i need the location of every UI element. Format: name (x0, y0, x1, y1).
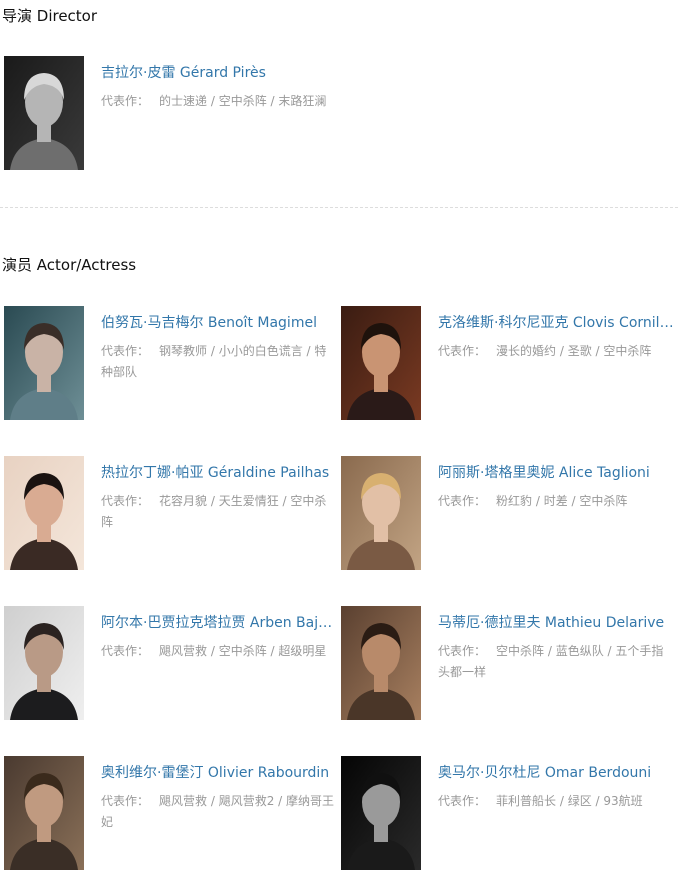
works-list: 飓风营救 / 空中杀阵 / 超级明星 (159, 644, 327, 658)
actor-works: 代表作： 菲利普船长 / 绿区 / 93航班 (438, 791, 674, 812)
actor-name-link[interactable]: 奥利维尔·雷堡汀 Olivier Rabourdin (101, 764, 337, 782)
works-label: 代表作： (438, 494, 487, 508)
actor-name-link[interactable]: 阿尔本·巴贾拉克塔拉贾 Arben Bajraktaraj (101, 614, 337, 632)
actor-works: 代表作： 粉红豹 / 时差 / 空中杀阵 (438, 491, 674, 512)
actor-card: 热拉尔丁娜·帕亚 Géraldine Pailhas 代表作： 花容月貌 / 天生… (0, 456, 336, 571)
works-list: 漫长的婚约 / 圣歌 / 空中杀阵 (496, 344, 652, 358)
director-works: 代表作： 的士速递 / 空中杀阵 / 末路狂澜 (101, 91, 337, 112)
actor-name-link[interactable]: 阿丽斯·塔格里奥妮 Alice Taglioni (438, 464, 674, 482)
actor-photo[interactable] (4, 456, 84, 570)
works-label: 代表作： (438, 344, 487, 358)
actor-card: 阿尔本·巴贾拉克塔拉贾 Arben Bajraktaraj 代表作： 飓风营救 /… (0, 606, 337, 721)
actor-works: 代表作： 空中杀阵 / 蓝色纵队 / 五个手指头都一样 (438, 641, 674, 683)
actor-works: 代表作： 花容月貌 / 天生爱情狂 / 空中杀阵 (101, 491, 337, 533)
actor-section-title: 演员 Actor/Actress (2, 256, 137, 274)
actor-name-link[interactable]: 伯努瓦·马吉梅尔 Benoît Magimel (101, 314, 337, 332)
actor-works: 代表作： 钢琴教师 / 小小的白色谎言 / 特种部队 (101, 341, 337, 383)
director-section-title: 导演 Director (2, 7, 98, 25)
actor-photo[interactable] (4, 756, 84, 870)
actor-card: 克洛维斯·科尔尼亚克 Clovis Cornillac 代表作： 漫长的婚约 / … (337, 306, 674, 421)
director-card: 吉拉尔·皮雷 Gérard Pirès 代表作： 的士速递 / 空中杀阵 / 末路… (0, 56, 336, 171)
actor-card: 阿丽斯·塔格里奥妮 Alice Taglioni 代表作： 粉红豹 / 时差 / … (337, 456, 673, 571)
actor-photo[interactable] (341, 306, 421, 420)
works-list: 的士速递 / 空中杀阵 / 末路狂澜 (159, 94, 327, 108)
actor-card: 马蒂厄·德拉里夫 Mathieu Delarive 代表作： 空中杀阵 / 蓝色纵… (337, 606, 673, 721)
actor-name-link[interactable]: 热拉尔丁娜·帕亚 Géraldine Pailhas (101, 464, 337, 482)
works-label: 代表作： (438, 794, 487, 808)
section-divider (0, 207, 678, 208)
actor-photo[interactable] (341, 756, 421, 870)
actor-card: 伯努瓦·马吉梅尔 Benoît Magimel 代表作： 钢琴教师 / 小小的白色… (0, 306, 336, 421)
works-label: 代表作： (101, 494, 150, 508)
actor-works: 代表作： 飓风营救 / 空中杀阵 / 超级明星 (101, 641, 337, 662)
actor-photo[interactable] (341, 456, 421, 570)
works-label: 代表作： (101, 344, 150, 358)
actor-photo[interactable] (341, 606, 421, 720)
works-list: 粉红豹 / 时差 / 空中杀阵 (496, 494, 628, 508)
director-name-link[interactable]: 吉拉尔·皮雷 Gérard Pirès (101, 64, 337, 82)
works-label: 代表作： (438, 644, 487, 658)
director-photo[interactable] (4, 56, 84, 170)
actor-name-link[interactable]: 奥马尔·贝尔杜尼 Omar Berdouni (438, 764, 674, 782)
works-label: 代表作： (101, 794, 150, 808)
works-label: 代表作： (101, 94, 150, 108)
works-label: 代表作： (101, 644, 150, 658)
works-list: 菲利普船长 / 绿区 / 93航班 (496, 794, 643, 808)
actor-works: 代表作： 飓风营救 / 飓风营救2 / 摩纳哥王妃 (101, 791, 337, 833)
actor-works: 代表作： 漫长的婚约 / 圣歌 / 空中杀阵 (438, 341, 674, 362)
actor-name-link[interactable]: 克洛维斯·科尔尼亚克 Clovis Cornillac (438, 314, 674, 332)
actor-photo[interactable] (4, 606, 84, 720)
actor-photo[interactable] (4, 306, 84, 420)
actor-card: 奥利维尔·雷堡汀 Olivier Rabourdin 代表作： 飓风营救 / 飓风… (0, 756, 336, 871)
actor-card: 奥马尔·贝尔杜尼 Omar Berdouni 代表作： 菲利普船长 / 绿区 / … (337, 756, 673, 871)
actor-name-link[interactable]: 马蒂厄·德拉里夫 Mathieu Delarive (438, 614, 674, 632)
